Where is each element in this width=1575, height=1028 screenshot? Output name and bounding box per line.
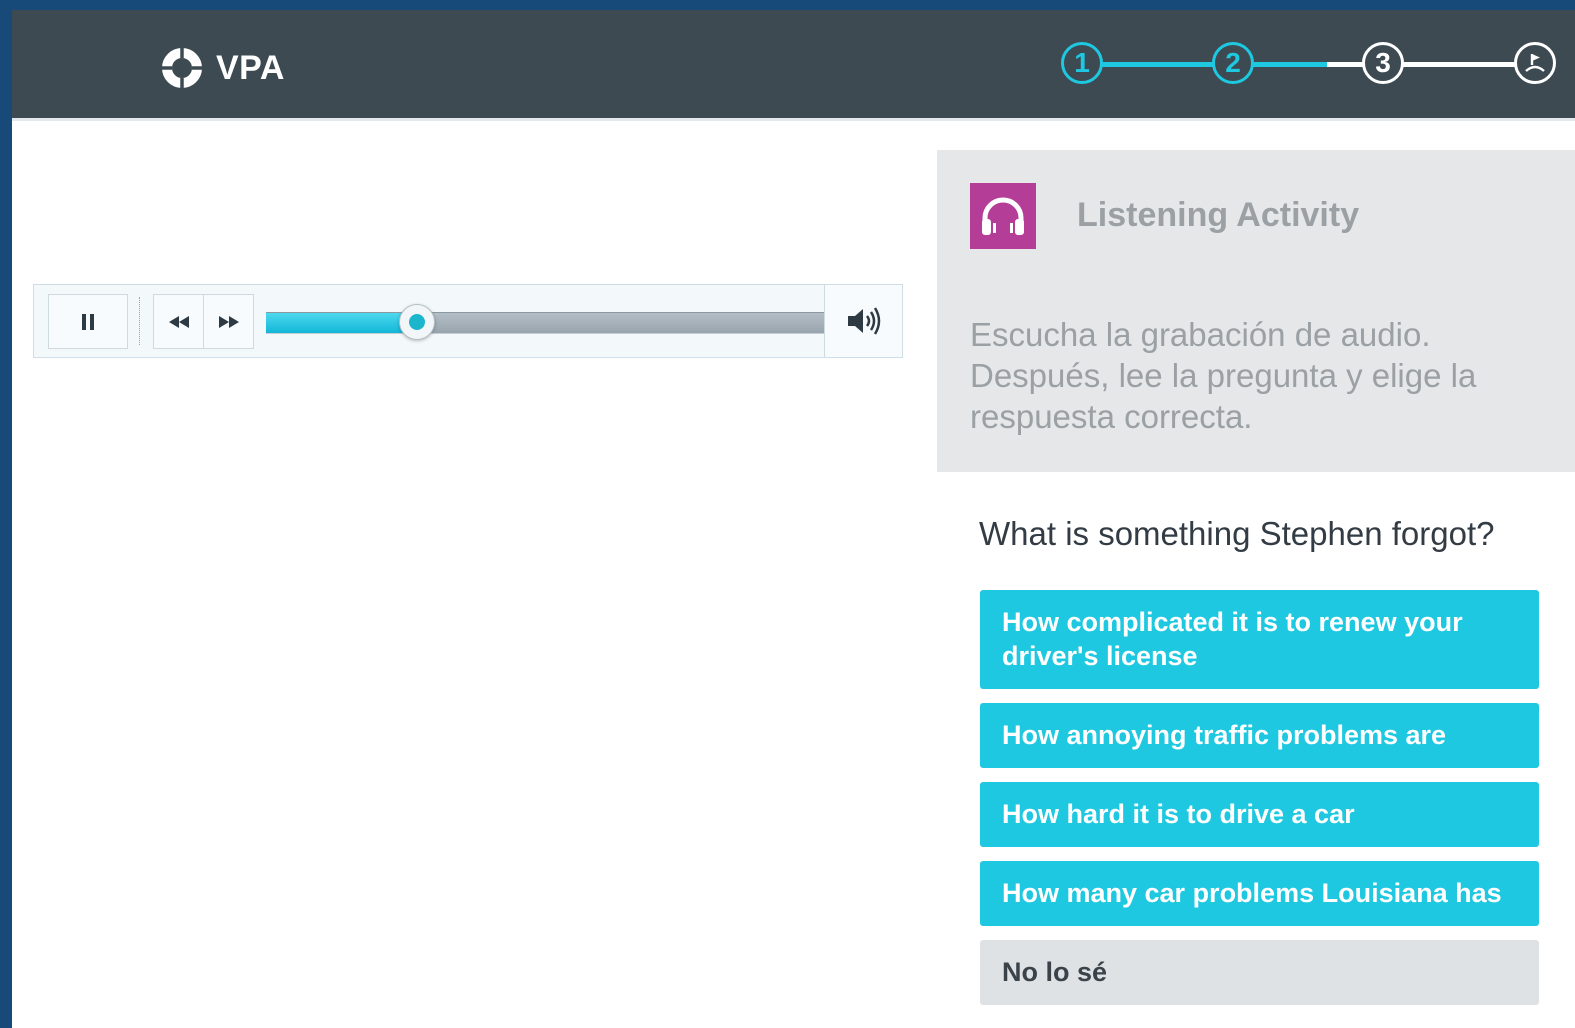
finish-flag-icon xyxy=(1525,54,1545,72)
step-1-label: 1 xyxy=(1074,47,1090,78)
headphones-icon xyxy=(982,197,1024,235)
activity-panel: Listening Activity Escucha la grabación … xyxy=(937,150,1575,472)
step-finish xyxy=(1514,42,1556,84)
fast-forward-button[interactable] xyxy=(203,294,254,349)
step-connector xyxy=(1251,62,1327,67)
question-text: What is something Stephen forgot? xyxy=(979,515,1495,552)
pause-icon xyxy=(82,313,94,330)
app-window: VPA 1 2 3 Listening Activity Escucha la … xyxy=(12,10,1575,1028)
separator xyxy=(139,297,140,345)
step-3-label: 3 xyxy=(1375,47,1391,78)
top-bar: VPA 1 2 3 xyxy=(12,10,1575,121)
pause-button[interactable] xyxy=(48,294,128,349)
step-connector xyxy=(1101,62,1213,67)
activity-instructions: Escucha la grabación de audio. Después, … xyxy=(970,316,1477,435)
step-1: 1 xyxy=(1061,42,1103,84)
answer-option[interactable]: How complicated it is to renew your driv… xyxy=(980,590,1539,689)
step-connector xyxy=(1327,62,1363,67)
seek-handle[interactable] xyxy=(399,304,436,340)
audio-player xyxy=(33,284,903,358)
rewind-icon xyxy=(168,315,189,328)
progress-stepper: 1 2 3 xyxy=(1061,42,1575,90)
rewind-button[interactable] xyxy=(153,294,204,349)
step-2: 2 xyxy=(1212,42,1254,84)
app-name: VPA xyxy=(216,48,285,87)
step-3: 3 xyxy=(1362,42,1404,84)
activity-icon-badge xyxy=(970,183,1036,249)
step-connector xyxy=(1401,62,1515,67)
volume-icon xyxy=(847,307,880,335)
dont-know-button[interactable]: No lo sé xyxy=(980,940,1539,1005)
step-2-label: 2 xyxy=(1225,47,1241,78)
vpa-logo-icon xyxy=(162,48,202,88)
vpa-logo: VPA xyxy=(160,46,285,90)
answer-list: How complicated it is to renew your driv… xyxy=(980,590,1539,1019)
answer-option[interactable]: How hard it is to drive a car xyxy=(980,782,1539,847)
fast-forward-icon xyxy=(218,315,239,328)
seek-bar[interactable] xyxy=(266,304,826,340)
activity-title: Listening Activity xyxy=(1077,196,1360,234)
answer-option[interactable]: How many car problems Louisiana has xyxy=(980,861,1539,926)
seek-bar-progress xyxy=(266,313,418,333)
answer-option[interactable]: How annoying traffic problems are xyxy=(980,703,1539,768)
volume-button[interactable] xyxy=(824,285,902,357)
